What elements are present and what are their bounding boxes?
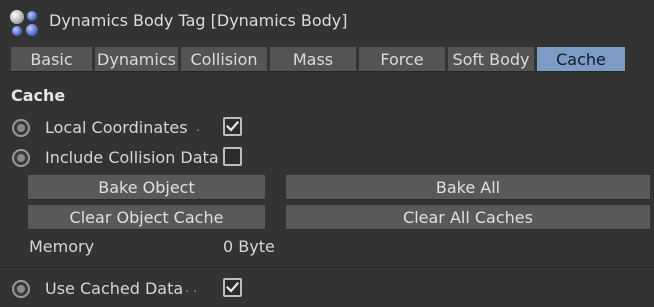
param-label: Use Cached Data xyxy=(45,279,184,298)
param-dots: . . xyxy=(185,281,198,296)
param-row-use-cached-data: Use Cached Data . . xyxy=(0,277,654,301)
memory-label: Memory xyxy=(29,237,95,256)
tab-force[interactable]: Force xyxy=(359,47,445,72)
animation-keyframe-icon[interactable] xyxy=(12,280,30,298)
tab-collision[interactable]: Collision xyxy=(181,47,267,72)
checkmark-icon xyxy=(226,120,239,132)
tab-dynamics[interactable]: Dynamics xyxy=(95,47,178,72)
tab-bar: Basic Dynamics Collision Mass Force Soft… xyxy=(11,47,643,73)
memory-value: 0 Byte xyxy=(223,237,275,256)
clear-all-caches-button[interactable]: Clear All Caches xyxy=(286,205,650,230)
panel-header: Dynamics Body Tag [Dynamics Body] xyxy=(0,0,654,44)
section-title: Cache xyxy=(11,86,66,105)
tab-cache[interactable]: Cache xyxy=(537,47,625,72)
param-label: Include Collision Data xyxy=(45,148,219,167)
tab-basic[interactable]: Basic xyxy=(11,47,92,72)
animation-keyframe-icon[interactable] xyxy=(12,149,30,167)
checkmark-icon xyxy=(226,281,239,293)
local-coordinates-checkbox[interactable] xyxy=(223,117,242,136)
use-cached-data-checkbox[interactable] xyxy=(223,278,242,297)
tab-soft-body[interactable]: Soft Body xyxy=(448,47,534,72)
panel-title: Dynamics Body Tag [Dynamics Body] xyxy=(49,11,348,30)
attribute-manager-panel: Dynamics Body Tag [Dynamics Body] Basic … xyxy=(0,0,654,307)
param-dots: . xyxy=(196,120,201,135)
param-label: Local Coordinates xyxy=(45,118,188,137)
param-row-include-collision-data: Include Collision Data xyxy=(0,146,654,170)
tab-mass[interactable]: Mass xyxy=(270,47,356,72)
param-row-local-coordinates: Local Coordinates . xyxy=(0,116,654,140)
bake-object-button[interactable]: Bake Object xyxy=(28,175,265,200)
dynamics-body-tag-icon xyxy=(8,8,42,38)
clear-object-cache-button[interactable]: Clear Object Cache xyxy=(28,205,265,230)
divider xyxy=(0,268,654,269)
bake-all-button[interactable]: Bake All xyxy=(286,175,650,200)
animation-keyframe-icon[interactable] xyxy=(12,119,30,137)
include-collision-data-checkbox[interactable] xyxy=(223,147,242,166)
